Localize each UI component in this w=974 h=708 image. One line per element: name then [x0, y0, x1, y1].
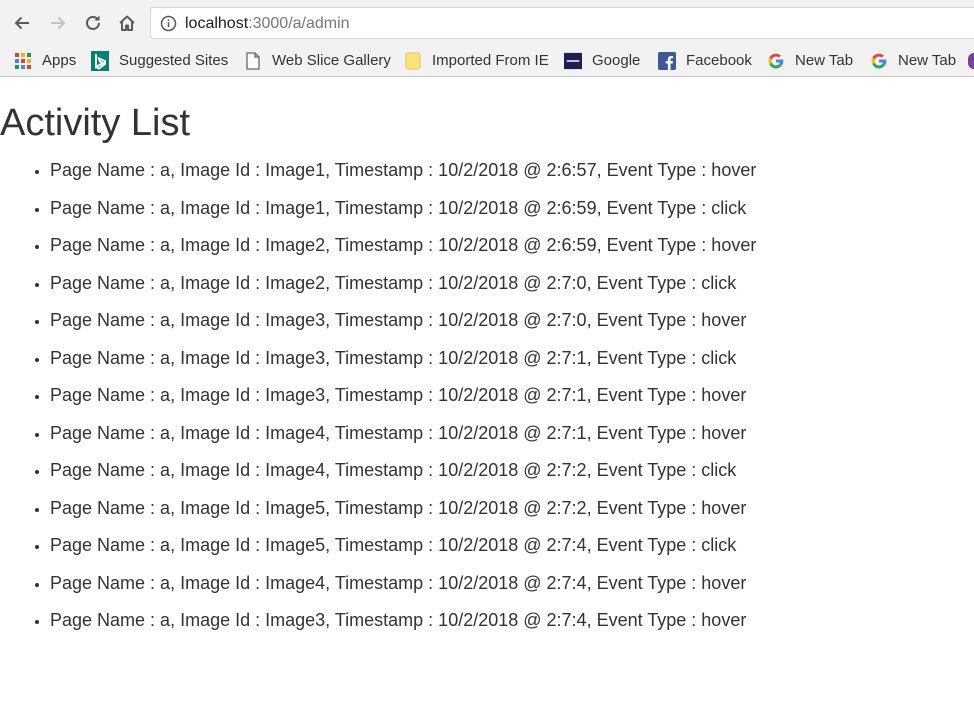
activity-item: Page Name : a, Image Id : Image5, Timest…	[50, 527, 756, 565]
bookmark-label: Google	[592, 52, 641, 69]
overflow-bookmark-icon[interactable]	[968, 53, 974, 69]
bookmark-new-tab-2[interactable]: New Tab	[870, 51, 956, 71]
url-path: :3000/a/admin	[248, 15, 350, 32]
back-button[interactable]	[10, 11, 34, 35]
page-icon	[244, 52, 262, 70]
bookmark-label: Facebook	[686, 52, 752, 69]
activity-item: Page Name : a, Image Id : Image5, Timest…	[50, 490, 756, 528]
bookmark-new-tab-1[interactable]: New Tab	[767, 51, 853, 71]
bookmark-google[interactable]: Google	[564, 51, 640, 71]
activity-list: Page Name : a, Image Id : Image1, Timest…	[0, 152, 756, 640]
bookmark-label: Suggested Sites	[119, 52, 229, 69]
bookmark-label: Web Slice Gallery	[272, 52, 391, 69]
activity-item: Page Name : a, Image Id : Image4, Timest…	[50, 565, 756, 603]
facebook-icon	[658, 52, 676, 70]
arrow-right-icon	[51, 16, 66, 30]
bookmark-suggested-sites[interactable]: Suggested Sites	[91, 51, 228, 71]
bookmark-label: New Tab	[898, 52, 957, 69]
address-bar[interactable]: localhost:3000/a/admin	[150, 7, 974, 39]
fma-icon	[564, 52, 582, 70]
activity-item: Page Name : a, Image Id : Image2, Timest…	[50, 227, 756, 265]
bing-icon	[91, 51, 109, 71]
bookmark-facebook[interactable]: Facebook	[658, 51, 752, 71]
reload-icon	[86, 15, 100, 30]
google-g-icon	[870, 52, 888, 70]
activity-item: Page Name : a, Image Id : Image4, Timest…	[50, 452, 756, 490]
reload-button[interactable]	[81, 11, 105, 35]
bookmarks-bar: Apps Suggested Sites Web Slice Gallery I…	[0, 46, 974, 77]
activity-item: Page Name : a, Image Id : Image3, Timest…	[50, 602, 756, 640]
arrow-left-icon	[14, 16, 29, 30]
folder-icon	[404, 52, 422, 70]
activity-item: Page Name : a, Image Id : Image3, Timest…	[50, 302, 756, 340]
browser-toolbar: localhost:3000/a/admin	[0, 0, 974, 46]
bookmark-label: New Tab	[795, 52, 854, 69]
bookmark-label: Apps	[42, 52, 77, 69]
activity-item: Page Name : a, Image Id : Image3, Timest…	[50, 340, 756, 378]
info-icon[interactable]	[160, 15, 177, 32]
home-icon	[119, 15, 135, 31]
apps-grid-icon	[14, 52, 32, 70]
bookmark-web-slice-gallery[interactable]: Web Slice Gallery	[244, 51, 391, 71]
home-button[interactable]	[115, 11, 139, 35]
bookmark-label: Imported From IE	[432, 52, 549, 69]
activity-item: Page Name : a, Image Id : Image2, Timest…	[50, 265, 756, 303]
url-text[interactable]: localhost:3000/a/admin	[185, 14, 350, 34]
activity-item: Page Name : a, Image Id : Image3, Timest…	[50, 377, 756, 415]
bookmark-apps[interactable]: Apps	[14, 51, 76, 71]
activity-item: Page Name : a, Image Id : Image1, Timest…	[50, 190, 756, 228]
activity-item: Page Name : a, Image Id : Image1, Timest…	[50, 152, 756, 190]
url-host: localhost	[185, 15, 249, 32]
forward-button[interactable]	[46, 11, 70, 35]
page-title: Activity List	[0, 102, 191, 144]
google-g-icon	[767, 52, 785, 70]
activity-item: Page Name : a, Image Id : Image4, Timest…	[50, 415, 756, 453]
bookmark-imported-from-ie[interactable]: Imported From IE	[404, 51, 549, 71]
